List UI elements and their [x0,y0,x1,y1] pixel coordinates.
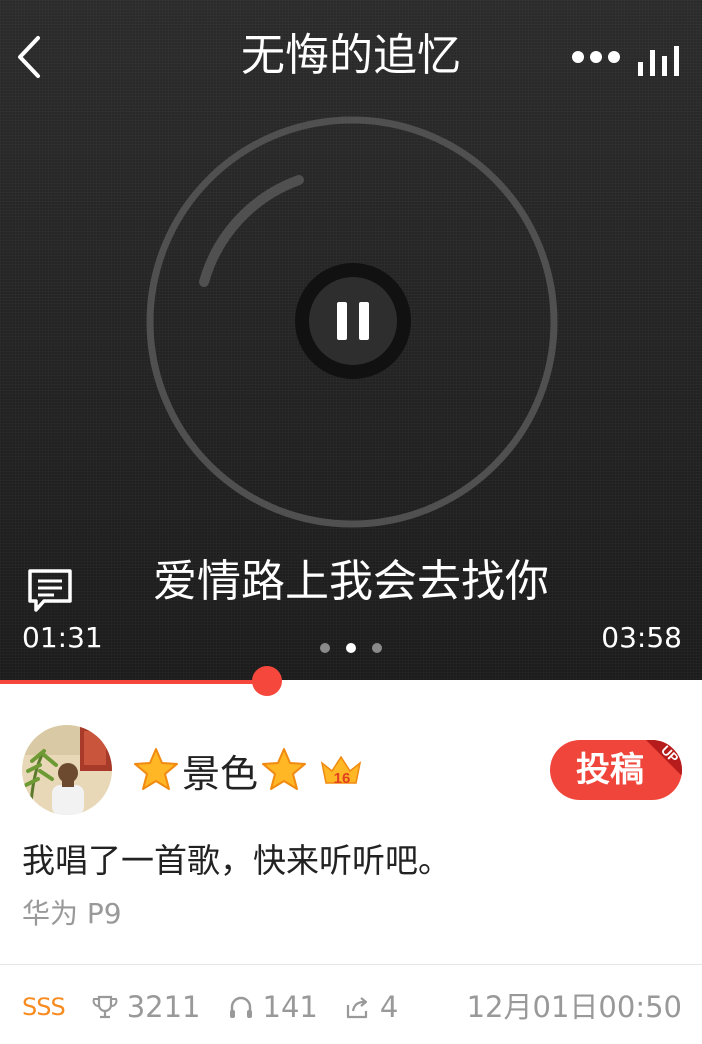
progress-knob[interactable] [251,666,282,696]
more-dots-icon [572,51,620,63]
listen-stat[interactable]: 141 [227,990,318,1024]
chevron-left-icon [18,36,40,78]
page-indicator [320,642,384,654]
audio-bars-button[interactable] [634,42,684,78]
trophy-count: 3211 [126,990,201,1024]
current-lyric: 爱情路上我会去找你 [153,556,549,607]
username[interactable]: 景色 [180,743,260,798]
progress-bar[interactable] [0,666,702,696]
total-time: 03:58 [601,621,682,654]
divider [0,964,702,965]
share-stat[interactable]: 4 [344,990,398,1024]
more-options-button[interactable] [570,44,622,70]
comment-button[interactable] [24,566,76,616]
comment-icon [28,569,72,612]
stats-bar: SSS 3211 141 4 [22,985,424,1029]
submit-label: 投稿 [576,750,644,790]
player-panel: 无悔的追忆 爱情路上我会去找你 01:31 03:58 [0,0,702,682]
crown-level-icon: 16 [320,755,362,787]
user-level: 16 [334,770,351,787]
page-dot[interactable] [372,643,382,653]
page-dot[interactable] [320,643,330,653]
headphones-icon [229,996,252,1018]
device-name: 华为 P9 [22,897,122,930]
share-icon [346,997,367,1019]
current-time: 01:31 [22,621,103,654]
user-name-row: 景色 16 [132,740,362,800]
star-icon [262,748,307,790]
post-content: 我唱了一首歌，快来听听吧。 [22,841,451,880]
share-count: 4 [379,990,399,1024]
pause-icon [295,263,411,379]
star-icon [134,748,178,790]
progress-fill [0,680,267,684]
post-timestamp: 12月01日00:50 [466,990,682,1024]
avatar-photo [22,725,112,815]
trophy-stat[interactable]: 3211 [91,990,201,1024]
avatar[interactable] [22,725,112,815]
trophy-icon [92,995,118,1019]
page-dot[interactable] [346,643,356,653]
back-button[interactable] [10,32,54,82]
pause-button[interactable] [294,262,412,380]
submit-button[interactable]: 投稿 UP [550,740,682,800]
audio-bars-icon [638,46,679,76]
listen-count: 141 [262,990,318,1024]
up-ribbon-icon: UP [646,740,682,776]
level-badge: SSS [22,993,66,1021]
